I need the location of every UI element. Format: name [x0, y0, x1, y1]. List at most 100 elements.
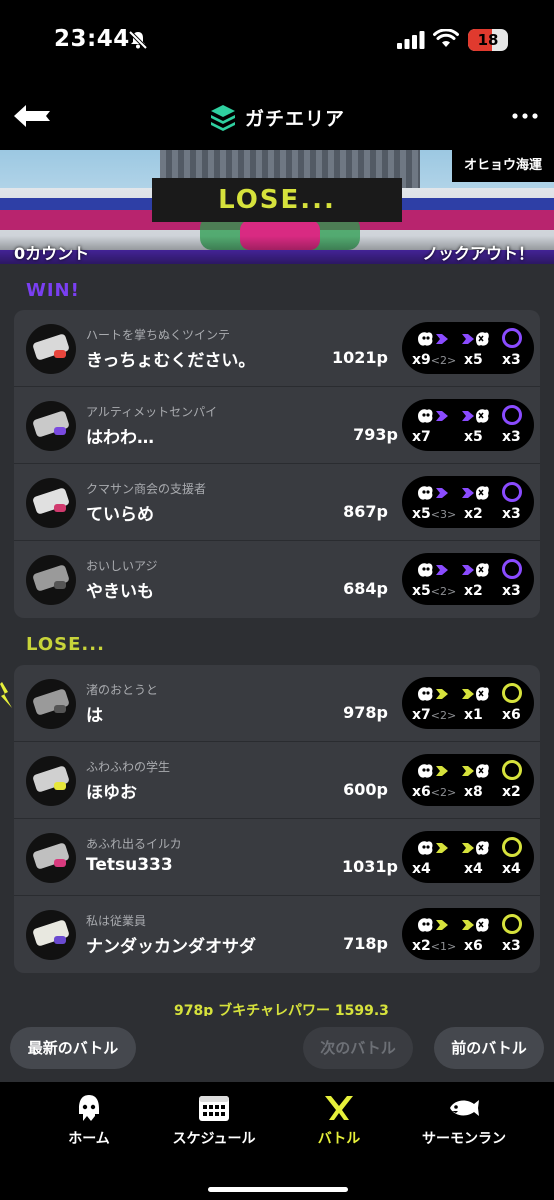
- kill-count: x6: [412, 784, 431, 800]
- death-count-icon: [462, 918, 489, 932]
- win-team-label: WIN!: [26, 280, 80, 301]
- assist-count: <2>: [430, 354, 457, 367]
- player-byname: アルティメットセンパイ: [86, 405, 218, 419]
- splat-count-icon: [418, 918, 448, 932]
- death-count: x2: [464, 506, 483, 522]
- special-weapon-icon: [502, 683, 522, 703]
- tab-label: ホーム: [68, 1131, 110, 1147]
- special-weapon-icon: [502, 559, 522, 579]
- player-name: やきいも: [86, 582, 154, 602]
- player-stats: x5<3> x2 x3: [402, 476, 534, 528]
- death-count-icon: [462, 332, 489, 346]
- death-count: x6: [464, 938, 483, 954]
- lose-team-card: 渚のおとうとは 978p x7<2> x1 x6 ふわふわの学生ほゆお 600p x6<2> x…: [14, 665, 540, 973]
- special-weapon-icon: [502, 482, 522, 502]
- previous-battle-button[interactable]: 前のバトル: [434, 1027, 544, 1069]
- battery-percent: 18: [477, 31, 499, 49]
- player-points: 1021p: [332, 348, 388, 367]
- kill-count: x7: [412, 707, 431, 723]
- next-battle-button[interactable]: 次のバトル: [303, 1027, 413, 1069]
- death-count-icon: [462, 409, 489, 423]
- player-byname: ふわふわの学生: [86, 760, 171, 774]
- assist-count: <3>: [430, 508, 457, 521]
- battle-result: LOSE...: [152, 178, 402, 222]
- player-byname: おいしいアジ: [86, 559, 158, 573]
- splat-count-icon: [418, 563, 448, 577]
- player-name: ていらめ: [86, 505, 154, 525]
- wifi-icon: [433, 29, 459, 47]
- player-points: 600p: [343, 780, 388, 799]
- player-row[interactable]: おいしいアジ やきいも 684p x5<2> x2 x3: [14, 541, 540, 618]
- kill-count: x9: [412, 352, 431, 368]
- splat-zones-icon: [210, 105, 235, 131]
- splat-count-icon: [418, 841, 448, 855]
- kill-count: x4: [412, 861, 431, 877]
- tab-salmon-run[interactable]: サーモンラン: [395, 1094, 533, 1148]
- count-text: 0カウント: [14, 244, 90, 263]
- scoreboard: WIN! ハートを掌ちぬくツインテ きっちょむください。 1021p x9<2> x5 x…: [0, 264, 554, 1016]
- player-row[interactable]: 私は従業員ナンダッカンダオサダ 718p x2<1> x6 x3: [14, 896, 540, 973]
- death-count: x8: [464, 784, 483, 800]
- player-byname: 私は従業員: [86, 914, 147, 928]
- player-stats: x2<1> x6 x3: [402, 908, 534, 960]
- special-count: x3: [502, 352, 521, 368]
- player-name: はわわ…: [86, 428, 154, 448]
- player-points: 718p: [343, 934, 388, 953]
- weapon-avatar: [26, 324, 76, 374]
- squid-icon: [79, 1095, 99, 1121]
- salmon-icon: [450, 1100, 479, 1116]
- player-stats: x9<2> x5 x3: [402, 322, 534, 374]
- special-weapon-icon: [502, 328, 522, 348]
- signal-icon: [397, 31, 425, 49]
- player-name: ナンダッカンダオサダ: [86, 937, 256, 957]
- bell-slash-icon: [128, 30, 148, 50]
- tab-bar: ホーム スケジュール バトル サーモンラン: [0, 1082, 554, 1200]
- calendar-icon: [199, 1096, 229, 1121]
- weapon-challenge-text: 978p ブキチャレパワー 1599.3: [174, 1003, 389, 1016]
- player-stats: x7<2> x1 x6: [402, 677, 534, 729]
- battery-icon: 18: [468, 29, 508, 51]
- player-name: ほゆお: [86, 783, 137, 803]
- player-row[interactable]: あふれ出るイルカ Tetsu333 1031p x4 x4 x4: [14, 819, 540, 896]
- assist-count: <1>: [430, 940, 457, 953]
- assist-count: <2>: [430, 585, 457, 598]
- latest-battle-button[interactable]: 最新のバトル: [10, 1027, 136, 1069]
- player-row[interactable]: ふわふわの学生ほゆお 600p x6<2> x8 x2: [14, 742, 540, 819]
- home-indicator: [208, 1187, 348, 1192]
- splat-count-icon: [418, 687, 448, 701]
- clock: 23:44: [54, 26, 130, 52]
- special-count: x3: [502, 938, 521, 954]
- player-row[interactable]: 渚のおとうとは 978p x7<2> x1 x6: [14, 665, 540, 742]
- player-name: Tetsu333: [86, 855, 173, 875]
- player-points: 793p: [353, 425, 398, 444]
- player-stats: x4 x4 x4: [402, 831, 534, 883]
- player-stats: x7 x5 x3: [402, 399, 534, 451]
- player-stats: x6<2> x8 x2: [402, 754, 534, 806]
- lose-team-label: LOSE...: [26, 634, 105, 655]
- special-weapon-icon: [502, 405, 522, 425]
- player-byname: クマサン商会の支援者: [86, 482, 207, 496]
- splat-count-icon: [418, 486, 448, 500]
- weapon-avatar: [26, 555, 76, 605]
- stage-name: オヒョウ海運: [451, 150, 554, 182]
- stage-banner: オヒョウ海運 LOSE...: [0, 150, 554, 250]
- weapon-avatar: [26, 401, 76, 451]
- kill-count: x2: [412, 938, 431, 954]
- tab-home[interactable]: ホーム: [20, 1094, 158, 1148]
- knockout-text: ノックアウト！: [422, 244, 534, 263]
- death-count-icon: [462, 486, 489, 500]
- tab-battle[interactable]: バトル: [270, 1094, 408, 1148]
- special-count: x3: [502, 506, 521, 522]
- more-icon[interactable]: [512, 106, 538, 126]
- player-row[interactable]: アルティメットセンパイはわわ… 793p x7 x5 x3: [14, 387, 540, 464]
- special-weapon-icon: [502, 914, 522, 934]
- tab-schedule[interactable]: スケジュール: [145, 1094, 283, 1148]
- player-row[interactable]: クマサン商会の支援者 ていらめ 867p x5<3> x2 x3: [14, 464, 540, 541]
- nav-bar: ガチエリア: [0, 84, 554, 150]
- death-count: x5: [464, 429, 483, 445]
- splat-count-icon: [418, 409, 448, 423]
- player-points: 684p: [343, 579, 388, 598]
- tab-label: バトル: [317, 1131, 361, 1147]
- player-row[interactable]: ハートを掌ちぬくツインテ きっちょむください。 1021p x9<2> x5 x3: [14, 310, 540, 387]
- battle-navigation: 最新のバトル 次のバトル 前のバトル: [0, 1016, 554, 1082]
